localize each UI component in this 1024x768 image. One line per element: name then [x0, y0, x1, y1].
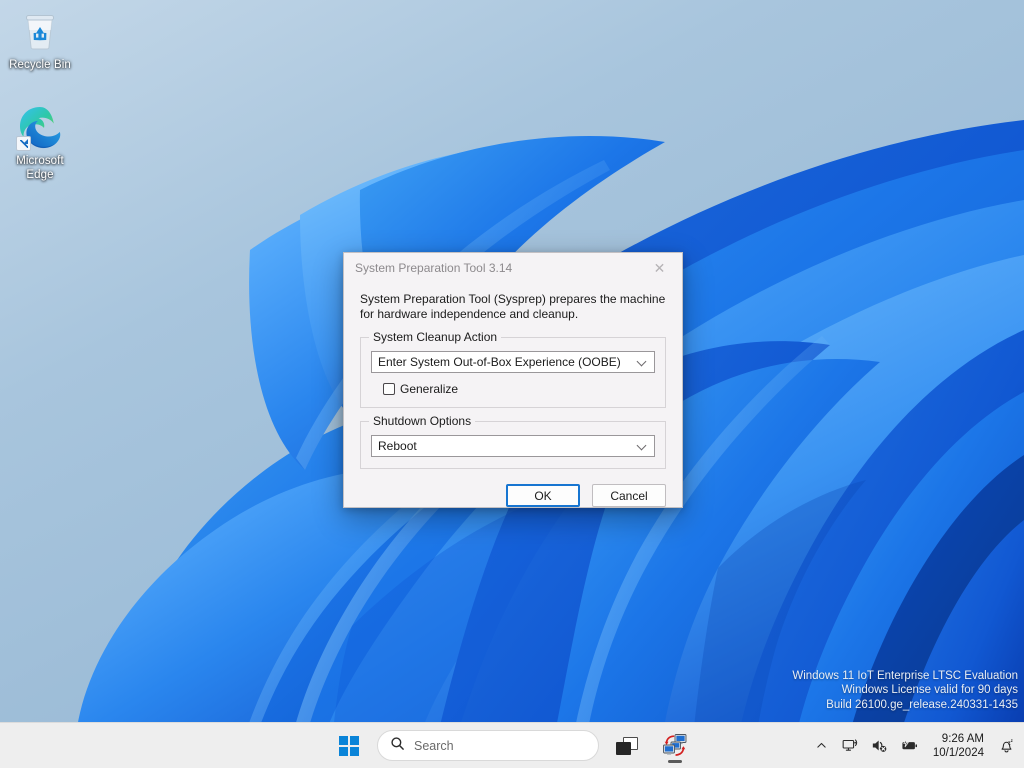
system-tray: 9:26 AM 10/1/2024 z z [809, 723, 1020, 768]
close-icon[interactable]: ✕ [637, 253, 682, 283]
desktop-icon-recycle-bin[interactable]: Recycle Bin [1, 8, 79, 73]
shutdown-option-dropdown[interactable]: Reboot [371, 435, 655, 457]
cleanup-action-value: Enter System Out-of-Box Experience (OOBE… [378, 355, 621, 369]
watermark-line-2: Windows License valid for 90 days [792, 683, 1018, 697]
desktop[interactable]: Recycle Bin [0, 0, 1024, 768]
system-cleanup-action-group: System Cleanup Action Enter System Out-o… [360, 337, 666, 408]
ok-button[interactable]: OK [506, 484, 580, 507]
desktop-icon-label: Microsoft Edge [1, 155, 79, 182]
dialog-button-bar: OK Cancel [344, 482, 682, 507]
system-cleanup-action-legend: System Cleanup Action [369, 330, 501, 344]
watermark-line-3: Build 26100.ge_release.240331-1435 [792, 698, 1018, 712]
cleanup-action-dropdown[interactable]: Enter System Out-of-Box Experience (OOBE… [371, 351, 655, 373]
show-hidden-icons-button[interactable] [809, 729, 835, 763]
windows-logo-icon [339, 736, 359, 756]
shutdown-options-group: Shutdown Options Reboot [360, 421, 666, 469]
battery-charging-icon[interactable] [895, 729, 924, 763]
app-active-indicator [668, 760, 682, 763]
chevron-down-icon [638, 441, 647, 450]
watermark-line-1: Windows 11 IoT Enterprise LTSC Evaluatio… [792, 669, 1018, 683]
network-icon[interactable] [837, 729, 864, 763]
generalize-checkbox-row[interactable]: Generalize [371, 382, 655, 396]
task-view-icon [616, 737, 638, 755]
svg-text:z: z [1011, 738, 1013, 743]
shutdown-option-value: Reboot [378, 439, 417, 453]
dialog-description: System Preparation Tool (Sysprep) prepar… [360, 292, 666, 322]
shortcut-overlay-icon [16, 136, 31, 151]
clock-date: 10/1/2024 [933, 746, 984, 760]
dialog-titlebar[interactable]: System Preparation Tool 3.14 ✕ [344, 253, 682, 283]
shutdown-options-legend: Shutdown Options [369, 414, 475, 428]
generalize-label: Generalize [400, 382, 458, 396]
clock-time: 9:26 AM [933, 732, 984, 746]
cancel-button[interactable]: Cancel [592, 484, 666, 507]
sysprep-icon [662, 733, 688, 759]
search-placeholder-text: Search [414, 739, 454, 753]
desktop-icon-microsoft-edge[interactable]: Microsoft Edge [1, 104, 79, 182]
taskbar[interactable]: Search [0, 722, 1024, 768]
windows-activation-watermark: Windows 11 IoT Enterprise LTSC Evaluatio… [792, 669, 1018, 712]
search-icon [390, 736, 405, 756]
chevron-down-icon [638, 357, 647, 366]
desktop-icon-label: Recycle Bin [1, 59, 79, 73]
notifications-bell-icon[interactable]: z z [993, 729, 1020, 763]
clock[interactable]: 9:26 AM 10/1/2024 [926, 729, 991, 763]
dialog-title: System Preparation Tool 3.14 [355, 261, 637, 275]
task-view-button[interactable] [607, 726, 647, 766]
search-input[interactable]: Search [377, 730, 599, 761]
sysprep-dialog[interactable]: System Preparation Tool 3.14 ✕ System Pr… [343, 252, 683, 508]
taskbar-app-sysprep[interactable] [655, 726, 695, 766]
generalize-checkbox[interactable] [383, 383, 395, 395]
recycle-bin-icon [16, 8, 64, 56]
volume-muted-icon[interactable] [866, 729, 893, 763]
start-button[interactable] [329, 726, 369, 766]
dialog-body: System Preparation Tool (Sysprep) prepar… [344, 283, 682, 469]
microsoft-edge-icon [16, 104, 64, 152]
